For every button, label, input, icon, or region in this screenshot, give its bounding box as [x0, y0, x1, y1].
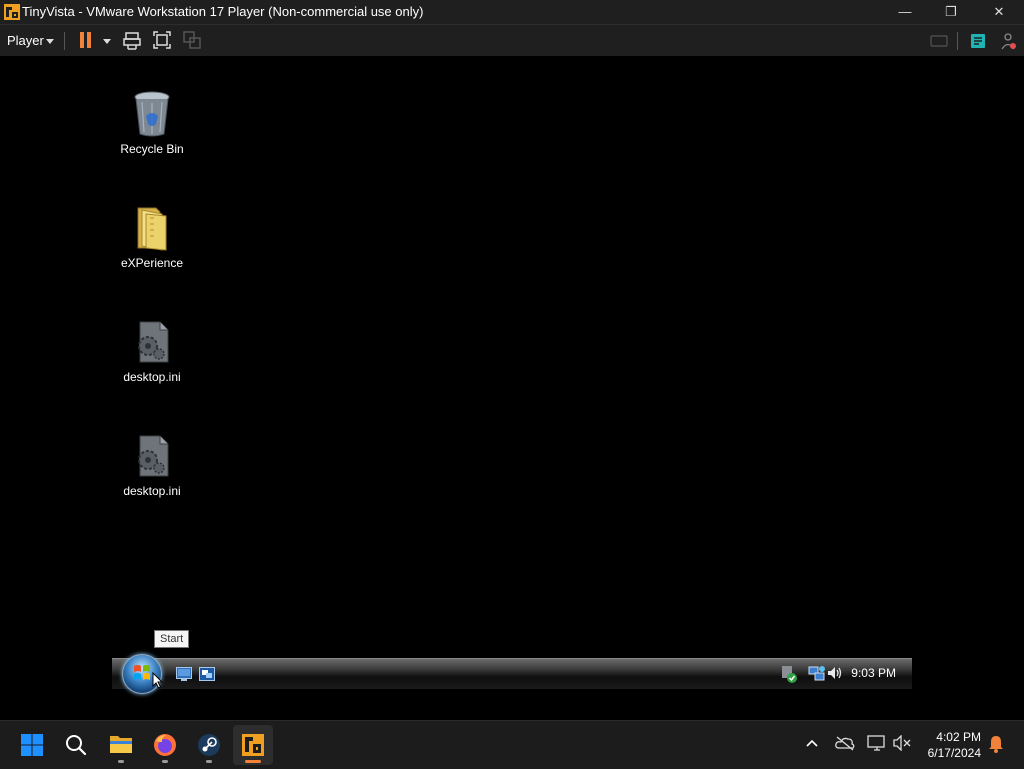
minimize-button[interactable]: —	[882, 0, 928, 24]
vmware-toolbar: Player	[0, 24, 1024, 57]
network-icon[interactable]	[808, 665, 826, 683]
windows-logo-icon	[134, 665, 150, 680]
volume-muted-icon[interactable]	[893, 735, 911, 751]
vmware-app-icon	[4, 4, 20, 20]
pause-icon	[80, 32, 84, 48]
user-settings-icon[interactable]	[998, 31, 1018, 51]
host-time: 4:02 PM	[936, 730, 981, 744]
vm-screen[interactable]: Recycle Bin eXPerience desktop.ini deskt…	[0, 56, 1024, 720]
host-file-explorer-button[interactable]	[101, 725, 141, 765]
restore-icon: ❐	[945, 4, 957, 19]
minimize-icon: —	[898, 4, 912, 19]
host-steam-button[interactable]	[189, 725, 229, 765]
guest-clock[interactable]: 9:03 PM	[851, 666, 896, 680]
desktop-icon-desktop-ini[interactable]: desktop.ini	[107, 432, 197, 498]
close-button[interactable]: ✕	[976, 0, 1022, 24]
firefox-icon	[154, 734, 176, 756]
host-firefox-button[interactable]	[145, 725, 185, 765]
show-desktop-icon[interactable]	[176, 667, 192, 681]
host-search-button[interactable]	[56, 725, 96, 765]
toolbar-separator	[64, 32, 65, 50]
onedrive-icon[interactable]	[835, 735, 855, 751]
send-ctrl-alt-del-icon[interactable]	[122, 31, 142, 51]
desktop-icon-desktop-ini[interactable]: desktop.ini	[107, 318, 197, 384]
search-icon	[66, 735, 87, 756]
desktop-icon-recycle-bin[interactable]: Recycle Bin	[107, 90, 197, 156]
start-tooltip: Start	[154, 630, 190, 648]
close-icon: ✕	[993, 4, 1005, 19]
desktop-icon-label: eXPerience	[120, 256, 184, 270]
window-title: TinyVista - VMware Workstation 17 Player…	[22, 4, 424, 19]
notes-icon[interactable]	[968, 31, 988, 51]
config-file-icon	[138, 435, 169, 477]
recycle-bin-icon	[134, 91, 170, 137]
window-titlebar: TinyVista - VMware Workstation 17 Player…	[0, 0, 1024, 24]
full-screen-icon[interactable]	[152, 30, 172, 50]
host-start-button[interactable]	[12, 725, 52, 765]
pause-button[interactable]	[74, 25, 100, 56]
volume-icon[interactable]	[827, 665, 843, 681]
host-date: 6/17/2024	[927, 746, 981, 760]
host-taskbar: 4:02 PM 6/17/2024	[0, 720, 1024, 769]
network-icon[interactable]	[867, 734, 887, 752]
player-menu-chevron-down-icon[interactable]	[46, 39, 54, 44]
security-center-icon[interactable]	[780, 665, 798, 683]
desktop-icon-experience-folder[interactable]: eXPerience	[107, 204, 197, 270]
desktop-icon-label: desktop.ini	[123, 370, 181, 384]
desktop-icon-label: desktop.ini	[123, 484, 181, 498]
keyboard-icon	[930, 35, 948, 47]
folder-icon	[137, 207, 167, 251]
restore-button[interactable]: ❐	[928, 0, 974, 24]
switch-windows-icon[interactable]	[199, 667, 215, 681]
player-menu[interactable]: Player	[7, 33, 44, 48]
host-clock[interactable]: 4:02 PM 6/17/2024	[928, 729, 981, 761]
file-explorer-icon	[110, 736, 132, 753]
config-file-icon	[138, 321, 169, 363]
host-vmware-button[interactable]	[233, 725, 273, 765]
mouse-cursor-icon	[152, 672, 164, 689]
unity-mode-icon	[183, 31, 201, 49]
vmware-icon	[242, 734, 264, 756]
chevron-up-icon[interactable]	[805, 738, 819, 748]
desktop-icon-label: Recycle Bin	[120, 142, 184, 156]
notification-bell-icon[interactable]	[987, 734, 1005, 754]
steam-icon	[198, 734, 220, 756]
guest-taskbar: 9:03 PM	[112, 658, 912, 689]
power-options-chevron-down-icon[interactable]	[103, 39, 111, 44]
start-icon	[21, 734, 43, 756]
